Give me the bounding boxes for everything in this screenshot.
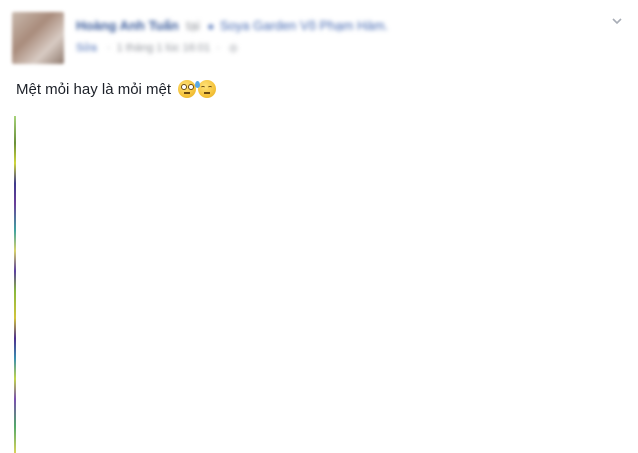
post-photo[interactable] — [14, 116, 638, 453]
chevron-down-icon-svg — [612, 18, 622, 25]
facebook-post: Hoàng Anh Tuấn tại ● Soya Garden Võ Phạm… — [0, 0, 638, 453]
author-avatar[interactable] — [12, 12, 64, 64]
post-header: Hoàng Anh Tuấn tại ● Soya Garden Võ Phạm… — [76, 18, 388, 33]
at-text: tại — [186, 18, 200, 33]
sweat-face-emoji-icon — [195, 80, 217, 98]
post-timestamp[interactable]: 1 tháng 1 lúc 16:01 — [117, 42, 211, 54]
separator-dot: · — [216, 42, 220, 54]
chevron-down-icon[interactable] — [610, 14, 624, 28]
photo-left-edge — [14, 116, 16, 453]
post-message-text: Mệt mỏi hay là mỏi mệt — [16, 80, 172, 98]
separator-dot: · — [106, 42, 111, 54]
edit-link[interactable]: Sửa — [76, 42, 97, 54]
pin-icon: ● — [207, 21, 215, 33]
post-meta: Sửa · 1 tháng 1 lúc 16:01 · ◎ — [76, 42, 238, 54]
author-name-link[interactable]: Hoàng Anh Tuấn — [76, 18, 179, 33]
rolling-eyes-emoji-icon — [178, 80, 197, 98]
location-link[interactable]: Soya Garden Võ Phạm Hàm. — [220, 18, 388, 33]
post-message: Mệt mỏi hay là mỏi mệt — [16, 80, 217, 98]
globe-icon[interactable]: ◎ — [229, 43, 238, 54]
